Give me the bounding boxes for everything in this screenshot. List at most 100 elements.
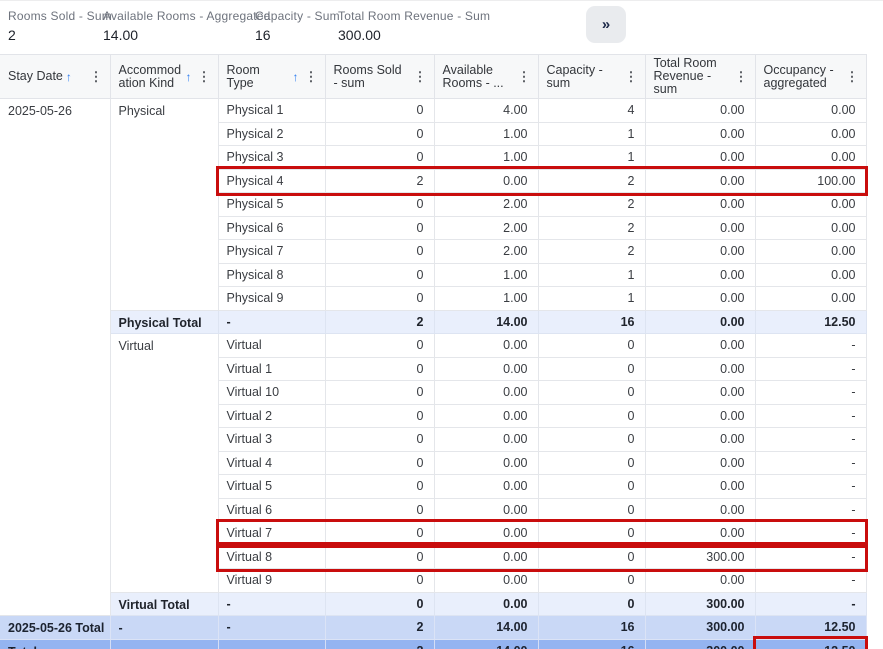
value-cell[interactable]: 0.00 bbox=[434, 545, 538, 569]
column-menu-icon[interactable]: ⋮ bbox=[195, 69, 214, 85]
value-cell[interactable]: 0.00 bbox=[755, 99, 866, 123]
value-cell[interactable]: 0 bbox=[325, 240, 434, 264]
column-menu-icon[interactable]: ⋮ bbox=[87, 69, 106, 85]
value-cell[interactable]: 2 bbox=[538, 216, 645, 240]
value-cell[interactable]: 0 bbox=[538, 451, 645, 475]
value-cell[interactable]: 0 bbox=[325, 451, 434, 475]
value-cell[interactable]: - bbox=[755, 404, 866, 428]
value-cell[interactable]: 0 bbox=[538, 522, 645, 546]
value-cell[interactable]: 0.00 bbox=[645, 451, 755, 475]
value-cell[interactable]: 0 bbox=[325, 475, 434, 499]
sort-ascending-icon[interactable]: ↑ bbox=[66, 70, 72, 84]
room-type-cell[interactable]: Physical 3 bbox=[218, 146, 325, 170]
value-cell[interactable]: 0.00 bbox=[645, 240, 755, 264]
value-cell[interactable]: 0.00 bbox=[645, 287, 755, 311]
value-cell[interactable]: 0.00 bbox=[645, 169, 755, 193]
value-cell[interactable]: 14.00 bbox=[434, 639, 538, 649]
value-cell[interactable]: - bbox=[755, 522, 866, 546]
room-type-cell[interactable]: Virtual 7 bbox=[218, 522, 325, 546]
room-type-cell[interactable]: Virtual bbox=[218, 334, 325, 358]
value-cell[interactable]: 0 bbox=[325, 545, 434, 569]
column-header-total-room-revenue-sum[interactable]: Total Room Revenue - sum⋮ bbox=[645, 55, 755, 99]
value-cell[interactable]: 2.00 bbox=[434, 216, 538, 240]
value-cell[interactable]: 0.00 bbox=[645, 216, 755, 240]
value-cell[interactable]: 1.00 bbox=[434, 263, 538, 287]
value-cell[interactable]: 0 bbox=[325, 334, 434, 358]
value-cell[interactable]: 0.00 bbox=[645, 334, 755, 358]
value-cell[interactable]: 0 bbox=[538, 334, 645, 358]
value-cell[interactable]: 4.00 bbox=[434, 99, 538, 123]
room-type-cell[interactable]: - bbox=[218, 639, 325, 649]
column-menu-icon[interactable]: ⋮ bbox=[515, 69, 534, 85]
value-cell[interactable]: 2 bbox=[538, 169, 645, 193]
value-cell[interactable]: 16 bbox=[538, 616, 645, 640]
value-cell[interactable]: 0.00 bbox=[645, 310, 755, 334]
column-menu-icon[interactable]: ⋮ bbox=[732, 69, 751, 85]
room-type-cell[interactable]: Physical 6 bbox=[218, 216, 325, 240]
room-type-cell[interactable]: Physical 5 bbox=[218, 193, 325, 217]
value-cell[interactable]: 0.00 bbox=[434, 592, 538, 616]
value-cell[interactable]: 0.00 bbox=[434, 381, 538, 405]
column-header-available-rooms[interactable]: Available Rooms - ...⋮ bbox=[434, 55, 538, 99]
room-type-cell[interactable]: Virtual 1 bbox=[218, 357, 325, 381]
value-cell[interactable]: 0.00 bbox=[755, 122, 866, 146]
column-menu-icon[interactable]: ⋮ bbox=[302, 69, 321, 85]
accommodation-kind-cell[interactable]: - bbox=[110, 616, 218, 640]
value-cell[interactable]: 0 bbox=[538, 592, 645, 616]
value-cell[interactable]: - bbox=[755, 451, 866, 475]
accommodation-kind-cell[interactable]: Physical bbox=[110, 99, 218, 311]
value-cell[interactable]: 0 bbox=[325, 381, 434, 405]
column-menu-icon[interactable]: ⋮ bbox=[622, 69, 641, 85]
room-type-cell[interactable]: Physical 4 bbox=[218, 169, 325, 193]
value-cell[interactable]: 1 bbox=[538, 287, 645, 311]
accommodation-kind-cell[interactable]: - bbox=[110, 639, 218, 649]
value-cell[interactable]: 0.00 bbox=[434, 498, 538, 522]
value-cell[interactable]: 0.00 bbox=[434, 404, 538, 428]
room-type-cell[interactable]: Physical 2 bbox=[218, 122, 325, 146]
value-cell[interactable]: 0.00 bbox=[645, 498, 755, 522]
value-cell[interactable]: 16 bbox=[538, 310, 645, 334]
value-cell[interactable]: 0.00 bbox=[645, 146, 755, 170]
sort-ascending-icon[interactable]: ↑ bbox=[293, 70, 299, 84]
value-cell[interactable]: 0 bbox=[325, 428, 434, 452]
stay-date-cell[interactable]: 2025-05-26 bbox=[0, 99, 110, 616]
value-cell[interactable]: 300.00 bbox=[645, 592, 755, 616]
column-header-occupancy-aggregated[interactable]: Occupancy - aggregated⋮ bbox=[755, 55, 866, 99]
column-header-room-type[interactable]: Room Type↑⋮ bbox=[218, 55, 325, 99]
value-cell[interactable]: 2.00 bbox=[434, 240, 538, 264]
expand-metrics-button[interactable]: » bbox=[586, 6, 626, 43]
value-cell[interactable]: 0.00 bbox=[755, 287, 866, 311]
value-cell[interactable]: 0 bbox=[325, 263, 434, 287]
value-cell[interactable]: 0.00 bbox=[434, 451, 538, 475]
value-cell[interactable]: 0.00 bbox=[645, 357, 755, 381]
value-cell[interactable]: - bbox=[755, 475, 866, 499]
value-cell[interactable]: 0.00 bbox=[645, 475, 755, 499]
accommodation-kind-cell[interactable]: Virtual Total bbox=[110, 592, 218, 616]
value-cell[interactable]: 0.00 bbox=[434, 475, 538, 499]
value-cell[interactable]: - bbox=[755, 569, 866, 593]
room-type-cell[interactable]: Physical 9 bbox=[218, 287, 325, 311]
column-header-stay-date[interactable]: Stay Date↑⋮ bbox=[0, 55, 110, 99]
value-cell[interactable]: 2.00 bbox=[434, 193, 538, 217]
value-cell[interactable]: 0.00 bbox=[645, 428, 755, 452]
value-cell[interactable]: 2 bbox=[538, 240, 645, 264]
value-cell[interactable]: 0 bbox=[325, 99, 434, 123]
value-cell[interactable]: 0 bbox=[538, 404, 645, 428]
value-cell[interactable]: 0 bbox=[325, 592, 434, 616]
value-cell[interactable]: 0.00 bbox=[645, 404, 755, 428]
value-cell[interactable]: 0 bbox=[538, 357, 645, 381]
accommodation-kind-cell[interactable]: Physical Total bbox=[110, 310, 218, 334]
value-cell[interactable]: 0.00 bbox=[755, 193, 866, 217]
value-cell[interactable]: 0 bbox=[325, 122, 434, 146]
value-cell[interactable]: 0 bbox=[538, 569, 645, 593]
value-cell[interactable]: - bbox=[755, 545, 866, 569]
value-cell[interactable]: 0.00 bbox=[645, 122, 755, 146]
value-cell[interactable]: 0.00 bbox=[645, 263, 755, 287]
value-cell[interactable]: 0.00 bbox=[755, 263, 866, 287]
room-type-cell[interactable]: Physical 1 bbox=[218, 99, 325, 123]
value-cell[interactable]: 1 bbox=[538, 122, 645, 146]
value-cell[interactable]: 2 bbox=[325, 310, 434, 334]
value-cell[interactable]: 0.00 bbox=[755, 240, 866, 264]
room-type-cell[interactable]: Physical 7 bbox=[218, 240, 325, 264]
sort-ascending-icon[interactable]: ↑ bbox=[186, 70, 192, 84]
